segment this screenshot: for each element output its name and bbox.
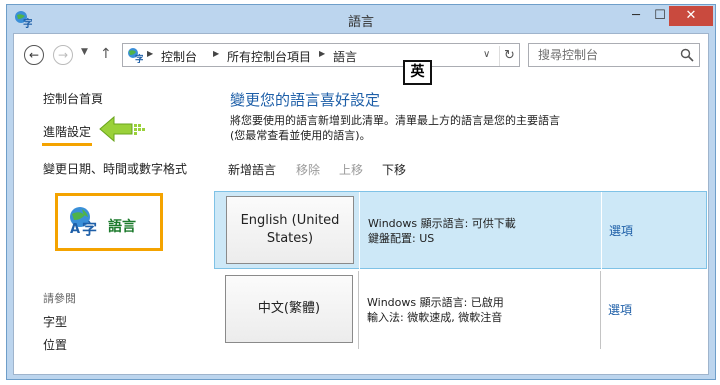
- display-language-status: Windows 顯示語言: 已啟用: [367, 296, 504, 309]
- forward-button[interactable]: →: [53, 45, 73, 65]
- breadcrumb-control-panel[interactable]: 控制台: [161, 48, 197, 65]
- up-button[interactable]: ↑: [100, 46, 112, 62]
- minimize-button[interactable]: ─: [623, 6, 649, 26]
- ime-indicator: 英: [403, 60, 432, 85]
- language-row-chinese[interactable]: 中文(繁體) Windows 顯示語言: 已啟用 輸入法: 微軟速成, 微軟注音…: [214, 271, 707, 349]
- highlight-underline: [42, 143, 92, 146]
- language-row-english[interactable]: English (United States) Windows 顯示語言: 可供…: [214, 191, 707, 270]
- display-language-status: Windows 顯示語言: 可供下載: [368, 217, 516, 230]
- language-icon: A 字: [70, 207, 97, 236]
- window-title: 語言: [347, 15, 374, 30]
- language-highlight-box: A 字 語言: [55, 193, 163, 251]
- chevron-right-icon[interactable]: ▶: [213, 49, 219, 58]
- move-down-button[interactable]: 下移: [382, 161, 406, 178]
- address-bar[interactable]: 字 ▶ 控制台 ▶ 所有控制台項目 ▶ 語言 ∨ ↻: [122, 43, 520, 67]
- move-up-button[interactable]: 上移: [339, 161, 363, 178]
- language-info: Windows 顯示語言: 可供下載 鍵盤配置: US: [368, 216, 516, 246]
- navigation-bar: ← → ▼ ↑ 字 ▶ 控制台 ▶ 所有控制台項目 ▶ 語言 ∨ ↻: [14, 34, 708, 72]
- row-divider: [601, 192, 602, 270]
- refresh-button[interactable]: ↻: [499, 46, 519, 66]
- remove-button[interactable]: 移除: [296, 161, 320, 178]
- row-divider: [359, 192, 360, 270]
- svg-text:字: 字: [82, 220, 97, 236]
- row-divider: [600, 271, 601, 349]
- page-description: 將您要使用的語言新增到此清單。清單最上方的語言是您的主要語言 (您最常查看並使用…: [230, 113, 630, 143]
- chevron-right-icon[interactable]: ▶: [147, 49, 153, 58]
- recent-pages-dropdown[interactable]: ▼: [81, 47, 88, 57]
- options-link-english[interactable]: 選項: [609, 222, 633, 239]
- sidebar-control-panel-home[interactable]: 控制台首頁: [43, 90, 103, 107]
- search-box[interactable]: [528, 43, 700, 67]
- control-panel-icon: 字: [128, 48, 143, 63]
- search-input[interactable]: [529, 44, 677, 66]
- svg-text:字: 字: [135, 53, 143, 63]
- language-info: Windows 顯示語言: 已啟用 輸入法: 微軟速成, 微軟注音: [367, 295, 504, 325]
- input-methods: 輸入法: 微軟速成, 微軟注音: [367, 311, 503, 324]
- title-bar: 字 語言 ─ ☐ ✕: [7, 5, 715, 33]
- address-dropdown-button[interactable]: ∨: [483, 49, 490, 60]
- description-line-2: (您最常查看並使用的語言)。: [230, 129, 371, 142]
- search-icon[interactable]: [680, 48, 694, 62]
- language-name-english[interactable]: English (United States): [226, 196, 354, 264]
- language-name-chinese[interactable]: 中文(繁體): [225, 275, 353, 343]
- pointer-arrow-icon: [99, 115, 145, 143]
- breadcrumb-language[interactable]: 語言: [333, 48, 357, 65]
- page-title: 變更您的語言喜好設定: [230, 91, 381, 109]
- chevron-right-icon[interactable]: ▶: [319, 49, 325, 58]
- add-language-button[interactable]: 新增語言: [228, 161, 276, 178]
- see-also-heading: 請參閱: [43, 292, 76, 305]
- language-label: 語言: [108, 219, 136, 235]
- close-button[interactable]: ✕: [669, 6, 713, 26]
- breadcrumb-all-items[interactable]: 所有控制台項目: [227, 48, 311, 65]
- link-location[interactable]: 位置: [43, 336, 67, 353]
- keyboard-layout: 鍵盤配置: US: [368, 232, 435, 245]
- description-line-1: 將您要使用的語言新增到此清單。清單最上方的語言是您的主要語言: [230, 114, 560, 127]
- sidebar-change-date-time[interactable]: 變更日期、時間或數字格式: [43, 160, 187, 177]
- row-divider: [358, 271, 359, 349]
- sidebar-advanced-settings[interactable]: 進階設定: [43, 123, 91, 140]
- link-fonts[interactable]: 字型: [43, 313, 67, 330]
- back-button[interactable]: ←: [24, 45, 44, 65]
- svg-text:A: A: [70, 222, 80, 236]
- options-link-chinese[interactable]: 選項: [608, 301, 632, 318]
